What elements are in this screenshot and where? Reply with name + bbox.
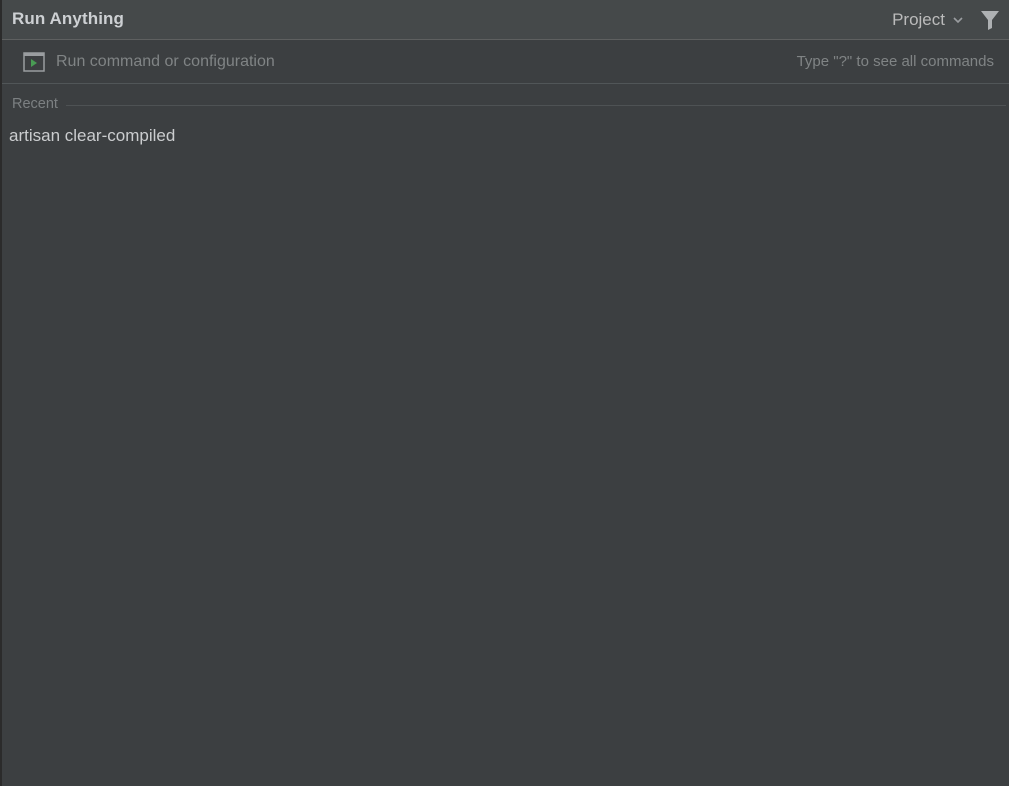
section-header-recent: Recent [12, 94, 1006, 114]
recent-list: artisan clear-compiled [2, 122, 1009, 150]
section-label: Recent [12, 96, 58, 112]
scope-dropdown[interactable]: Project [892, 10, 965, 30]
popup-title: Run Anything [12, 9, 124, 28]
run-configuration-icon [23, 52, 45, 72]
scope-label: Project [892, 10, 945, 29]
run-anything-popup: Run Anything Project Type "?" to see all… [0, 0, 1009, 786]
list-item[interactable]: artisan clear-compiled [2, 122, 1009, 150]
popup-header: Run Anything Project [2, 0, 1009, 40]
filter-icon[interactable] [979, 9, 1001, 31]
search-input[interactable] [56, 50, 656, 74]
search-row: Type "?" to see all commands [2, 40, 1009, 84]
chevron-down-icon [953, 17, 963, 24]
section-divider [65, 104, 1006, 106]
search-hint: Type "?" to see all commands [796, 53, 994, 70]
